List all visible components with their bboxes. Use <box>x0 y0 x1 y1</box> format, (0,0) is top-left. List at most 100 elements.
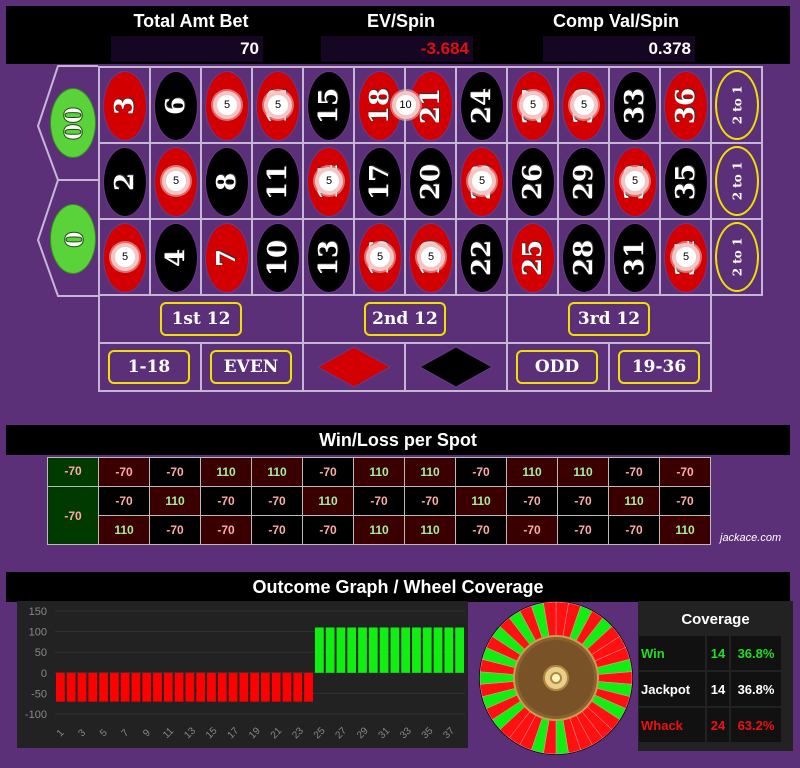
chip[interactable]: 5 <box>468 167 496 195</box>
column-bet-label: 2 to 1 <box>729 237 744 277</box>
wheel-spindle <box>550 672 562 684</box>
number-cell-24[interactable]: 24 <box>457 68 507 143</box>
grid-line <box>302 294 304 390</box>
number-cell-26[interactable]: 26 <box>508 144 558 219</box>
winloss-cell-23: 110 <box>455 486 507 516</box>
number-cell-7[interactable]: 7 <box>202 220 252 295</box>
number-cell-10[interactable]: 10 <box>253 220 303 295</box>
x-tick-label: 9 <box>141 727 153 739</box>
chip[interactable]: 5 <box>672 243 700 271</box>
coverage-pct: 36.8% <box>731 672 781 706</box>
bar <box>401 627 411 673</box>
bar <box>422 627 432 673</box>
number-oval: 2 <box>103 146 147 217</box>
number-oval: 8 <box>205 146 249 217</box>
dozen-bet-1[interactable]: 1st 12 <box>160 302 242 336</box>
bar <box>163 672 173 702</box>
number-oval: 7 <box>205 222 249 293</box>
number-cell-3[interactable]: 3 <box>100 68 150 143</box>
even-money-bet-odd[interactable]: ODD <box>516 350 598 384</box>
column-bet-3[interactable]: 2 to 1 <box>715 222 759 292</box>
chip[interactable]: 5 <box>621 167 649 195</box>
dozen-bet-3[interactable]: 3rd 12 <box>568 302 650 336</box>
winloss-cell-1: 110 <box>98 515 150 545</box>
number-cell-25[interactable]: 25 <box>508 220 558 295</box>
number-cell-35[interactable]: 35 <box>661 144 711 219</box>
number-oval: 24 <box>460 70 504 141</box>
chip[interactable]: 5 <box>111 243 139 271</box>
x-tick-label: 7 <box>120 727 132 739</box>
winloss-cell-33: -70 <box>608 457 660 487</box>
chip[interactable]: 5 <box>519 91 547 119</box>
number-cell-4[interactable]: 4 <box>151 220 201 295</box>
number-oval: 10 <box>256 222 300 293</box>
x-tick-label: 37 <box>441 725 457 741</box>
grid-line <box>200 342 202 390</box>
coverage-row-win: Win 14 36.8% <box>638 635 793 671</box>
winloss-cell-6: -70 <box>149 457 201 487</box>
chip[interactable]: 10 <box>391 91 420 119</box>
column-bet-label: 2 to 1 <box>729 161 744 201</box>
column-bet-1[interactable]: 2 to 1 <box>715 70 759 140</box>
winloss-cell-26: -70 <box>506 486 558 516</box>
number-label: 6 <box>161 96 191 115</box>
ev-spin-value: -3.684 <box>321 36 473 62</box>
x-tick-label: 13 <box>182 725 198 741</box>
bar <box>207 672 216 702</box>
bar <box>174 672 184 702</box>
number-oval: 35 <box>664 146 708 217</box>
column-bet-2[interactable]: 2 to 1 <box>715 146 759 216</box>
chip[interactable]: 5 <box>417 243 445 271</box>
number-cell-29[interactable]: 29 <box>559 144 609 219</box>
winloss-cell-5: 110 <box>149 486 201 516</box>
bar <box>261 672 270 702</box>
red-bet-diamond[interactable] <box>314 345 394 389</box>
dozen-bet-2[interactable]: 2nd 12 <box>364 302 446 336</box>
number-label: 7 <box>212 248 242 267</box>
bar <box>196 672 206 702</box>
brand-label: jackace.com <box>720 532 782 544</box>
number-cell-11[interactable]: 11 <box>253 144 303 219</box>
number-cell-6[interactable]: 6 <box>151 68 201 143</box>
chip[interactable]: 5 <box>570 91 598 119</box>
chip[interactable]: 5 <box>264 91 292 119</box>
bar <box>455 627 464 673</box>
number-label: 17 <box>365 163 395 200</box>
number-cell-31[interactable]: 31 <box>610 220 660 295</box>
chip[interactable]: 5 <box>213 91 241 119</box>
chip[interactable]: 5 <box>315 167 343 195</box>
even-money-bet-1-18[interactable]: 1-18 <box>108 350 190 384</box>
coverage-row-jackpot: Jackpot 14 36.8% <box>638 671 793 707</box>
number-cell-17[interactable]: 17 <box>355 144 405 219</box>
number-label: 21 <box>416 87 446 124</box>
number-cell-20[interactable]: 20 <box>406 144 456 219</box>
coverage-pct: 36.8% <box>731 636 781 670</box>
number-oval: 6 <box>154 70 198 141</box>
number-cell-8[interactable]: 8 <box>202 144 252 219</box>
black-bet-diamond[interactable] <box>416 345 496 389</box>
number-oval: 28 <box>562 222 606 293</box>
number-cell-28[interactable]: 28 <box>559 220 609 295</box>
coverage-label: Jackpot <box>639 672 705 706</box>
number-cell-2[interactable]: 2 <box>100 144 150 219</box>
x-tick-label: 19 <box>247 725 263 741</box>
even-money-bet-19-36[interactable]: 19-36 <box>618 350 700 384</box>
number-oval: 20 <box>409 146 453 217</box>
number-cell-36[interactable]: 36 <box>661 68 711 143</box>
number-cell-13[interactable]: 13 <box>304 220 354 295</box>
even-money-bet-even[interactable]: EVEN <box>210 350 292 384</box>
number-cell-15[interactable]: 15 <box>304 68 354 143</box>
y-tick-label: -50 <box>31 688 47 700</box>
bar <box>228 672 238 702</box>
number-cell-22[interactable]: 22 <box>457 220 507 295</box>
chip[interactable]: 5 <box>162 167 190 195</box>
winloss-cell-16: 110 <box>353 515 405 545</box>
y-tick-label: 0 <box>41 668 47 680</box>
number-cell-33[interactable]: 33 <box>610 68 660 143</box>
x-tick-label: 15 <box>204 725 220 741</box>
zero-0[interactable]: 0 <box>50 204 96 274</box>
chip[interactable]: 5 <box>366 243 394 271</box>
bar <box>77 672 87 702</box>
bar <box>444 627 454 673</box>
zero-00[interactable]: 00 <box>50 88 96 158</box>
